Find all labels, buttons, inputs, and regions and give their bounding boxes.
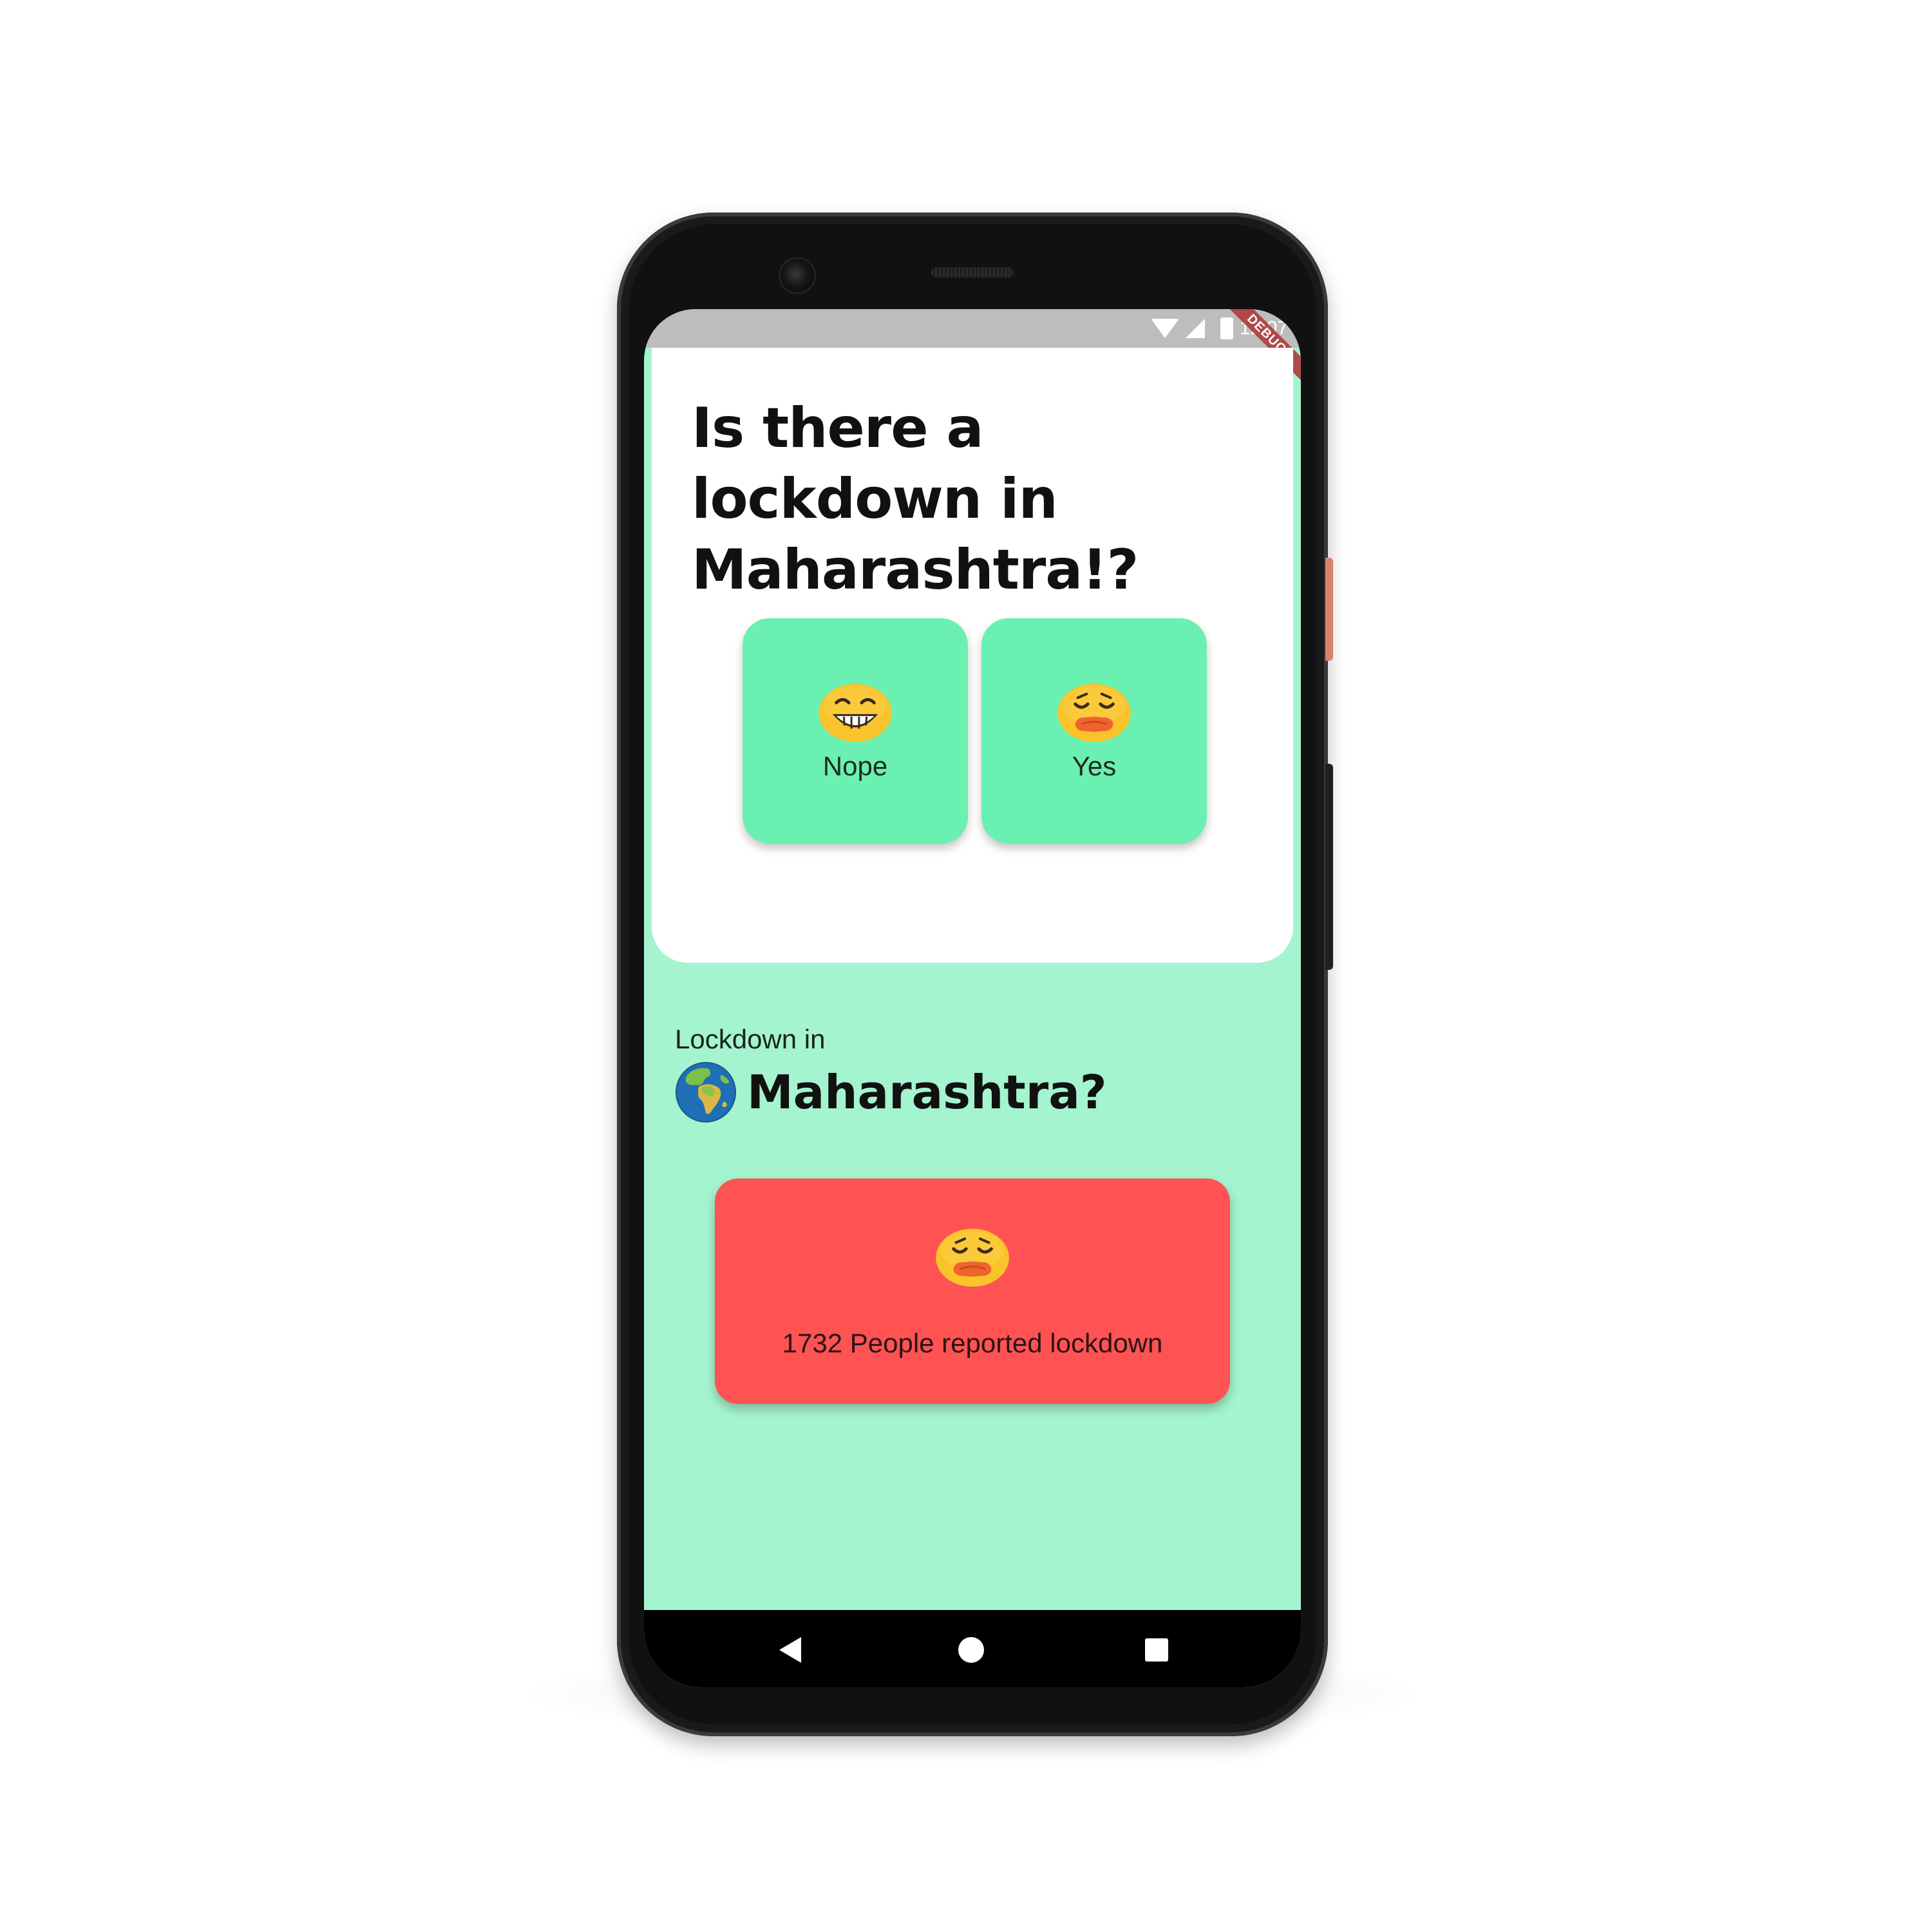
volume-button[interactable] xyxy=(1325,764,1333,970)
region-kicker: Lockdown in xyxy=(675,1024,826,1054)
region-name: Maharashtra? xyxy=(747,1065,1107,1119)
recents-icon[interactable] xyxy=(1145,1638,1168,1662)
phone-screen: 12:07 DEBUG Is there a lockdown in Mahar… xyxy=(644,309,1301,1687)
worried-face-icon xyxy=(1057,683,1131,743)
wifi-icon xyxy=(1150,319,1179,338)
nope-button[interactable]: Nope xyxy=(743,618,968,844)
worried-face-icon xyxy=(936,1228,1009,1287)
front-camera xyxy=(781,259,814,292)
report-text: 1732 People reported lockdown xyxy=(782,1328,1163,1358)
report-card[interactable]: 1732 People reported lockdown xyxy=(715,1179,1230,1404)
yes-button[interactable]: Yes xyxy=(981,618,1207,844)
stage: 12:07 DEBUG Is there a lockdown in Mahar… xyxy=(0,0,1932,1932)
earpiece-speaker xyxy=(931,267,1014,278)
question-title: Is there a lockdown in Maharashtra!? xyxy=(692,396,1139,602)
power-button[interactable] xyxy=(1325,558,1333,661)
home-icon[interactable] xyxy=(958,1637,984,1663)
grinning-face-icon xyxy=(819,683,892,743)
signal-icon xyxy=(1185,319,1205,338)
yes-label: Yes xyxy=(1072,751,1117,781)
navigation-bar xyxy=(644,1610,1301,1687)
battery-icon xyxy=(1220,317,1233,339)
back-icon[interactable] xyxy=(779,1637,801,1663)
globe-africa-icon xyxy=(675,1061,737,1123)
region-heading: Maharashtra? xyxy=(675,1061,1107,1123)
nope-label: Nope xyxy=(822,751,888,781)
status-bar: 12:07 DEBUG xyxy=(644,309,1301,393)
question-card: Is there a lockdown in Maharashtra!? Nop… xyxy=(652,348,1293,963)
